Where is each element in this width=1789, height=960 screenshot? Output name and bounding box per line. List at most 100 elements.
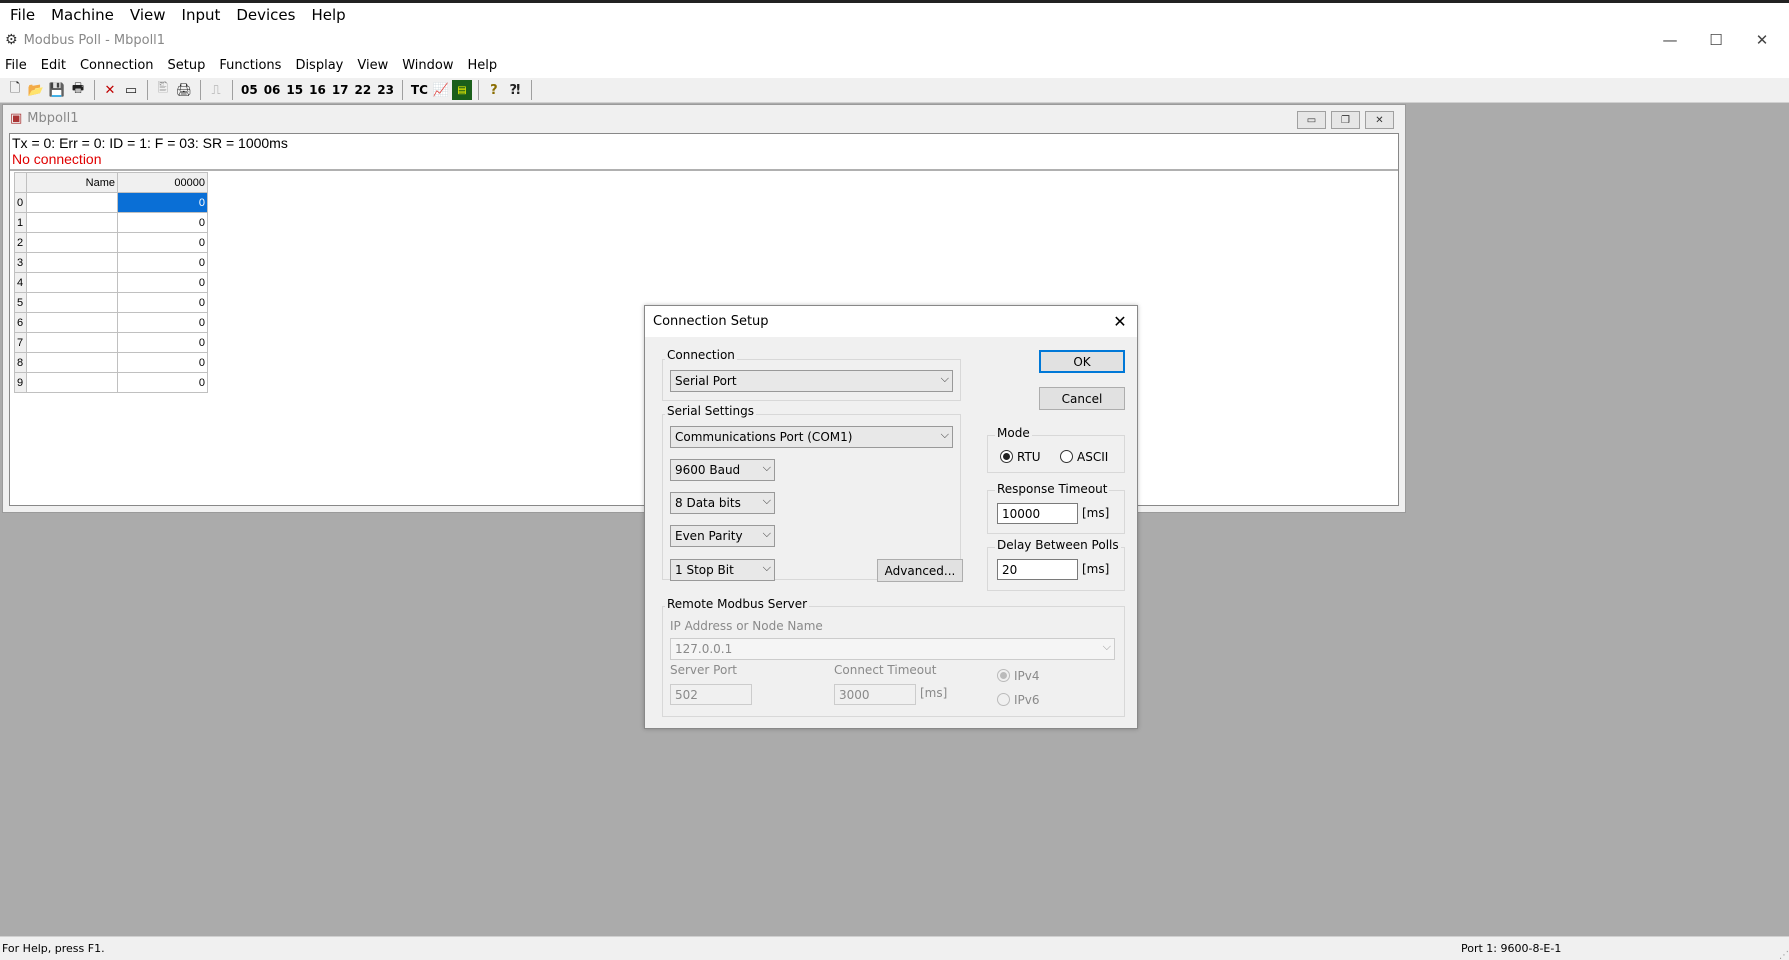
connect-timeout-input[interactable]: 3000: [834, 684, 916, 705]
print-preview-icon[interactable]: 🖺: [153, 80, 173, 100]
row-value-cell[interactable]: 0: [117, 292, 208, 313]
pulse-icon[interactable]: ⎍: [206, 80, 226, 100]
row-value-cell[interactable]: 0: [117, 372, 208, 393]
ascii-radio[interactable]: [1060, 450, 1073, 463]
help-icon[interactable]: ?: [484, 80, 504, 100]
chart-icon[interactable]: 📈: [431, 80, 451, 100]
baud-select[interactable]: 9600 Baud ⌵: [670, 459, 775, 481]
new-file-icon[interactable]: 🗋: [5, 80, 25, 100]
row-value-cell[interactable]: 0: [117, 272, 208, 293]
printer-icon[interactable]: 🖨: [174, 80, 194, 100]
vm-menu-file[interactable]: File: [10, 6, 35, 24]
row-value-cell[interactable]: 0: [117, 212, 208, 233]
ipv4-radio[interactable]: [997, 669, 1010, 682]
traffic-button[interactable]: TC: [411, 83, 428, 97]
advanced-button[interactable]: Advanced...: [877, 559, 963, 582]
ipv6-radio[interactable]: [997, 693, 1010, 706]
vm-menu-devices[interactable]: Devices: [236, 6, 295, 24]
minimize-button[interactable]: —: [1647, 27, 1693, 53]
function-05-button[interactable]: 05: [241, 83, 258, 97]
row-name-cell[interactable]: [26, 332, 118, 353]
table-row[interactable]: 10: [14, 212, 208, 233]
row-value-cell[interactable]: 0: [117, 312, 208, 333]
row-value-cell[interactable]: 0: [117, 352, 208, 373]
table-row[interactable]: 20: [14, 232, 208, 253]
cancel-button[interactable]: Cancel: [1039, 387, 1125, 410]
menu-view[interactable]: View: [357, 58, 388, 73]
monitor-icon[interactable]: ▤: [451, 80, 472, 100]
open-folder-icon[interactable]: 📂: [26, 80, 46, 100]
child-restore-button[interactable]: ❐: [1331, 111, 1360, 129]
menu-edit[interactable]: Edit: [41, 58, 66, 73]
ok-button[interactable]: OK: [1039, 350, 1125, 373]
function-17-button[interactable]: 17: [332, 83, 349, 97]
table-row[interactable]: 50: [14, 292, 208, 313]
child-close-button[interactable]: ✕: [1365, 111, 1394, 129]
response-timeout-input[interactable]: 10000: [997, 503, 1078, 524]
table-row[interactable]: 40: [14, 272, 208, 293]
row-index: 1: [14, 212, 27, 233]
dialog-close-icon[interactable]: ✕: [1109, 311, 1131, 331]
vm-menu-input[interactable]: Input: [182, 6, 221, 24]
menu-functions[interactable]: Functions: [219, 58, 281, 73]
function-22-button[interactable]: 22: [355, 83, 372, 97]
row-name-cell[interactable]: [26, 352, 118, 373]
row-name-cell[interactable]: [26, 312, 118, 333]
grid-name-header: Name: [26, 172, 118, 193]
context-help-icon[interactable]: ⁈: [505, 80, 525, 100]
vm-menu-view[interactable]: View: [130, 6, 166, 24]
parity-select[interactable]: Even Parity ⌵: [670, 525, 775, 547]
window-icon[interactable]: ▭: [121, 80, 141, 100]
toolbar-separator: [147, 80, 148, 100]
menu-display[interactable]: Display: [295, 58, 343, 73]
row-value-cell[interactable]: 0: [117, 192, 208, 213]
vm-menu-machine[interactable]: Machine: [51, 6, 114, 24]
delete-icon[interactable]: ✕: [100, 80, 120, 100]
row-name-cell[interactable]: [26, 272, 118, 293]
vm-menu-help[interactable]: Help: [311, 6, 345, 24]
grid-value-header: 00000: [117, 172, 208, 193]
port-select[interactable]: Communications Port (COM1) ⌵: [670, 426, 953, 448]
menu-window[interactable]: Window: [402, 58, 453, 73]
status-bar: For Help, press F1. Port 1: 9600-8-E-1 ⋰: [0, 936, 1789, 960]
server-port-input[interactable]: 502: [670, 684, 752, 705]
rtu-radio[interactable]: [1000, 450, 1013, 463]
response-timeout-label: Response Timeout: [995, 482, 1110, 496]
ip-address-select[interactable]: 127.0.0.1 ⌵: [670, 638, 1115, 660]
row-name-cell[interactable]: [26, 232, 118, 253]
print-icon[interactable]: 🖶: [68, 80, 88, 100]
data-bits-select[interactable]: 8 Data bits ⌵: [670, 492, 775, 514]
row-name-cell[interactable]: [26, 372, 118, 393]
function-16-button[interactable]: 16: [309, 83, 326, 97]
menu-setup[interactable]: Setup: [168, 58, 206, 73]
child-title: Mbpoll1: [27, 111, 79, 126]
row-value-cell[interactable]: 0: [117, 252, 208, 273]
table-row[interactable]: 60: [14, 312, 208, 333]
child-minimize-button[interactable]: ▭: [1297, 111, 1326, 129]
delay-input[interactable]: 20: [997, 559, 1078, 580]
connection-select[interactable]: Serial Port ⌵: [670, 370, 953, 392]
row-name-cell[interactable]: [26, 192, 118, 213]
table-row[interactable]: 70: [14, 332, 208, 353]
stop-bits-select[interactable]: 1 Stop Bit ⌵: [670, 559, 775, 581]
table-row[interactable]: 30: [14, 252, 208, 273]
menu-file[interactable]: File: [5, 58, 27, 73]
save-icon[interactable]: 💾: [47, 80, 67, 100]
function-23-button[interactable]: 23: [377, 83, 394, 97]
function-06-button[interactable]: 06: [264, 83, 281, 97]
close-button[interactable]: ✕: [1739, 27, 1785, 53]
menu-connection[interactable]: Connection: [80, 58, 154, 73]
row-name-cell[interactable]: [26, 292, 118, 313]
row-name-cell[interactable]: [26, 212, 118, 233]
maximize-button[interactable]: ☐: [1693, 27, 1739, 53]
table-row[interactable]: 90: [14, 372, 208, 393]
table-row[interactable]: 00: [14, 192, 208, 213]
menu-help[interactable]: Help: [467, 58, 497, 73]
table-row[interactable]: 80: [14, 352, 208, 373]
resize-grip-icon[interactable]: ⋰: [1769, 937, 1789, 960]
function-15-button[interactable]: 15: [286, 83, 303, 97]
row-name-cell[interactable]: [26, 252, 118, 273]
row-value-cell[interactable]: 0: [117, 332, 208, 353]
register-grid[interactable]: Name 00000 00102030405060708090: [14, 172, 208, 393]
row-value-cell[interactable]: 0: [117, 232, 208, 253]
